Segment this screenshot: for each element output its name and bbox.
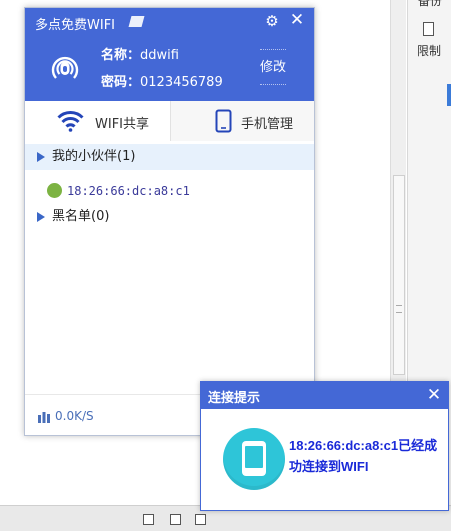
statusbar-doc-icon[interactable] (143, 514, 154, 525)
scrollbar-grip (396, 305, 402, 313)
tab-wifi-share[interactable]: WIFI共享 (25, 101, 171, 141)
ssid-key: 名称： (101, 48, 141, 63)
statusbar-page-icon[interactable] (195, 514, 206, 525)
popup-header: 多点免费WIFI ⚙ ✕ 名称：ddwifi 密码：0123456789 修改 (25, 8, 314, 101)
close-icon[interactable]: ✕ (425, 385, 443, 405)
scrollbar-thumb[interactable] (393, 175, 405, 375)
notification-message: 18:26:66:dc:a8:c1已经成功连接到WIFI (289, 438, 438, 474)
ssid-row: 名称：ddwifi (101, 44, 179, 63)
device-mac: 18:26:66:dc:a8:c1 (67, 184, 190, 198)
group-partners[interactable]: 我的小伙伴(1) (25, 144, 314, 170)
ssid-value: ddwifi (140, 48, 179, 63)
notification-title: 连接提示 (208, 391, 261, 406)
limit-label[interactable]: 限制 (417, 42, 441, 59)
tablet-icon (223, 428, 285, 490)
speed-value: 0.0K/S (55, 409, 94, 423)
expand-arrow-icon[interactable] (37, 212, 45, 222)
hotspot-icon (51, 56, 79, 79)
gear-icon[interactable]: ⚙ (264, 13, 280, 29)
statusbar-list-icon[interactable] (170, 514, 181, 525)
password-row: 密码：0123456789 (101, 71, 223, 90)
phone-icon (215, 109, 232, 133)
password-key: 密码： (101, 75, 141, 90)
tab-wifi-label: WIFI共享 (95, 117, 149, 132)
password-value: 0123456789 (140, 75, 223, 90)
group-blacklist-label: 黑名单(0) (52, 209, 110, 224)
document-icon[interactable] (423, 22, 434, 36)
popup-tabs: WIFI共享 手机管理 (25, 101, 314, 141)
close-icon[interactable]: ✕ (288, 11, 306, 29)
group-blacklist[interactable]: 黑名单(0) (25, 204, 314, 230)
group-partners-label: 我的小伙伴(1) (52, 149, 136, 164)
wifi-icon (57, 111, 84, 132)
list-item[interactable]: 18:26:66:dc:a8:c1 (25, 178, 314, 204)
speed-bars-icon (38, 412, 50, 423)
connect-notification: 连接提示 ✕ 18:26:66:dc:a8:c1已经成功连接到WIFI (200, 381, 449, 511)
popup-title: 多点免费WIFI (35, 18, 115, 33)
notification-header: 连接提示 ✕ (201, 382, 448, 409)
background-edge-tab[interactable] (447, 84, 451, 106)
expand-arrow-icon[interactable] (37, 152, 45, 162)
modify-button[interactable]: 修改 (260, 49, 286, 85)
tab-phone-label: 手机管理 (241, 117, 294, 132)
backup-label[interactable]: 备份 (418, 0, 442, 9)
tab-phone-manage[interactable]: 手机管理 (171, 101, 314, 141)
android-icon (47, 183, 62, 198)
tablet-screen (245, 446, 263, 468)
tablet-body (242, 441, 266, 476)
brand-logo-icon (128, 16, 145, 27)
wifi-popup-window: 多点免费WIFI ⚙ ✕ 名称：ddwifi 密码：0123456789 修改 … (24, 7, 315, 436)
